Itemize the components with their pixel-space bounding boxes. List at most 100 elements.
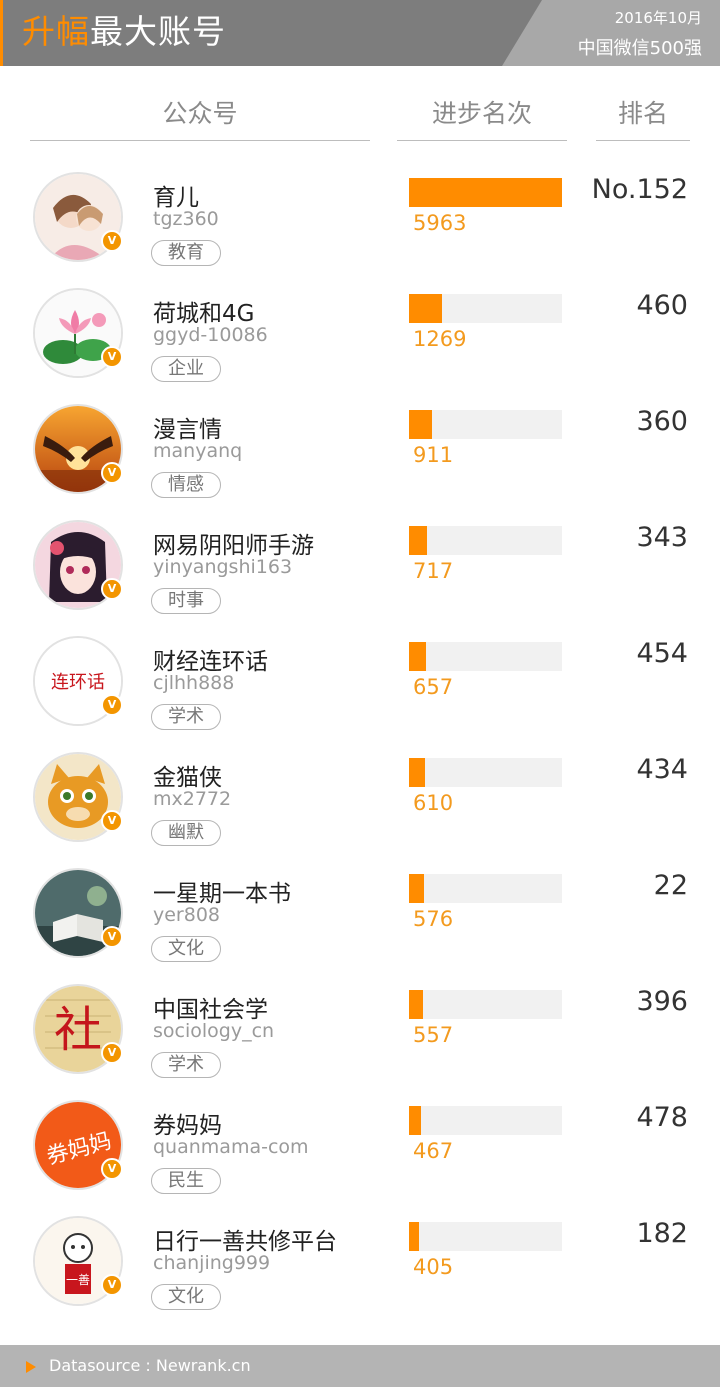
verified-badge-icon: V [101, 694, 123, 716]
rank-value: No.152 [591, 174, 688, 205]
verified-badge-icon: V [101, 1274, 123, 1296]
datasource-text: Datasource : Newrank.cn [49, 1356, 251, 1375]
list-item[interactable]: V 金猫侠 mx2772 幽默 610 434 [0, 752, 720, 868]
header-accent-strip [0, 0, 3, 66]
progress-value-label: 657 [413, 675, 454, 699]
progress-bar-track [409, 178, 562, 207]
account-name: 育儿 [153, 185, 199, 211]
category-tag: 教育 [151, 240, 221, 266]
progress-bar-track [409, 642, 562, 671]
progress-bar [409, 526, 427, 555]
progress-bar-track [409, 874, 562, 903]
account-name: 中国社会学 [153, 997, 268, 1023]
account-name: 财经连环话 [153, 649, 268, 675]
column-header-progress: 进步名次 [431, 99, 532, 128]
account-id: quanmama-com [153, 1136, 309, 1158]
category-tag: 民生 [151, 1168, 221, 1194]
progress-value-label: 576 [413, 907, 454, 931]
progress-bar [409, 1222, 419, 1251]
progress-bar-track [409, 990, 562, 1019]
svg-text:一善: 一善 [66, 1272, 90, 1287]
category-tag: 学术 [151, 1052, 221, 1078]
progress-bar [409, 1106, 421, 1135]
footer-bar: Datasource : Newrank.cn [0, 1345, 720, 1387]
list-item[interactable]: 券妈妈 V 券妈妈 quanmama-com 民生 467 478 [0, 1100, 720, 1216]
category-tag: 幽默 [151, 820, 221, 846]
header-bar: 升幅最大账号 2016年10月 中国微信500强 [0, 0, 720, 66]
category-tag: 时事 [151, 588, 221, 614]
account-id: chanjing999 [153, 1252, 271, 1274]
list-item[interactable]: V 育儿 tgz360 教育 5963 No.152 [0, 172, 720, 288]
progress-value-label: 911 [413, 443, 454, 467]
rank-value: 478 [636, 1102, 688, 1133]
rank-value: 343 [636, 522, 688, 553]
list-item[interactable]: 连环话 V 财经连环话 cjlhh888 学术 657 454 [0, 636, 720, 752]
rank-value: 22 [653, 870, 688, 901]
progress-value-label: 610 [413, 791, 454, 815]
list-item[interactable]: V 荷城和4G ggyd-10086 企业 1269 460 [0, 288, 720, 404]
category-tag: 文化 [151, 936, 221, 962]
verified-badge-icon: V [101, 926, 123, 948]
progress-bar [409, 178, 562, 207]
account-name: 日行一善共修平台 [153, 1229, 337, 1255]
header-subtitle: 中国微信500强 [577, 38, 702, 59]
column-divider-rank [596, 140, 690, 141]
progress-bar [409, 758, 425, 787]
progress-bar [409, 410, 432, 439]
progress-bar-track [409, 294, 562, 323]
title-highlight: 升幅 [22, 12, 90, 51]
verified-badge-icon: V [101, 1042, 123, 1064]
progress-bar-track [409, 1106, 562, 1135]
progress-bar-track [409, 526, 562, 555]
rank-value: 460 [636, 290, 688, 321]
rank-value: 454 [636, 638, 688, 669]
verified-badge-icon: V [101, 230, 123, 252]
list-item[interactable]: 一善 V 日行一善共修平台 chanjing999 文化 405 182 [0, 1216, 720, 1332]
account-name: 一星期一本书 [153, 881, 291, 907]
progress-value-label: 467 [413, 1139, 454, 1163]
progress-value-label: 717 [413, 559, 454, 583]
account-id: sociology_cn [153, 1020, 275, 1042]
header-date: 2016年10月 [614, 9, 702, 27]
svg-text:社: 社 [54, 1002, 102, 1058]
progress-bar [409, 642, 426, 671]
progress-value-label: 405 [413, 1255, 454, 1279]
progress-bar [409, 874, 424, 903]
page-title: 升幅最大账号 [22, 10, 226, 54]
progress-value-label: 557 [413, 1023, 454, 1047]
rank-value: 396 [636, 986, 688, 1017]
progress-bar-track [409, 1222, 562, 1251]
list-item[interactable]: V 网易阴阳师手游 yinyangshi163 时事 717 343 [0, 520, 720, 636]
progress-bar-track [409, 410, 562, 439]
account-name: 金猫侠 [153, 765, 222, 791]
verified-badge-icon: V [101, 578, 123, 600]
list-item[interactable]: 社 V 中国社会学 sociology_cn 学术 557 396 [0, 984, 720, 1100]
account-id: yinyangshi163 [153, 556, 293, 578]
progress-value-label: 1269 [413, 327, 467, 351]
verified-badge-icon: V [101, 1158, 123, 1180]
account-id: ggyd-10086 [153, 324, 268, 346]
svg-text:连环话: 连环话 [51, 672, 105, 693]
column-divider-account [30, 140, 370, 141]
category-tag: 学术 [151, 704, 221, 730]
list-item[interactable]: V 一星期一本书 yer808 文化 576 22 [0, 868, 720, 984]
progress-value-label: 5963 [413, 211, 467, 235]
verified-badge-icon: V [101, 346, 123, 368]
account-name: 网易阴阳师手游 [153, 533, 314, 559]
column-divider-progress [397, 140, 567, 141]
account-name: 漫言情 [153, 417, 222, 443]
progress-bar-track [409, 758, 562, 787]
rank-value: 434 [636, 754, 688, 785]
verified-badge-icon: V [101, 810, 123, 832]
account-name: 券妈妈 [153, 1113, 222, 1139]
list-item[interactable]: V 漫言情 manyanq 情感 911 360 [0, 404, 720, 520]
rank-value: 182 [636, 1218, 688, 1249]
account-id: tgz360 [153, 208, 219, 230]
rank-value: 360 [636, 406, 688, 437]
progress-bar [409, 294, 442, 323]
verified-badge-icon: V [101, 462, 123, 484]
play-arrow-icon [26, 1361, 36, 1373]
account-id: cjlhh888 [153, 672, 235, 694]
progress-bar [409, 990, 423, 1019]
title-rest: 最大账号 [90, 12, 226, 51]
